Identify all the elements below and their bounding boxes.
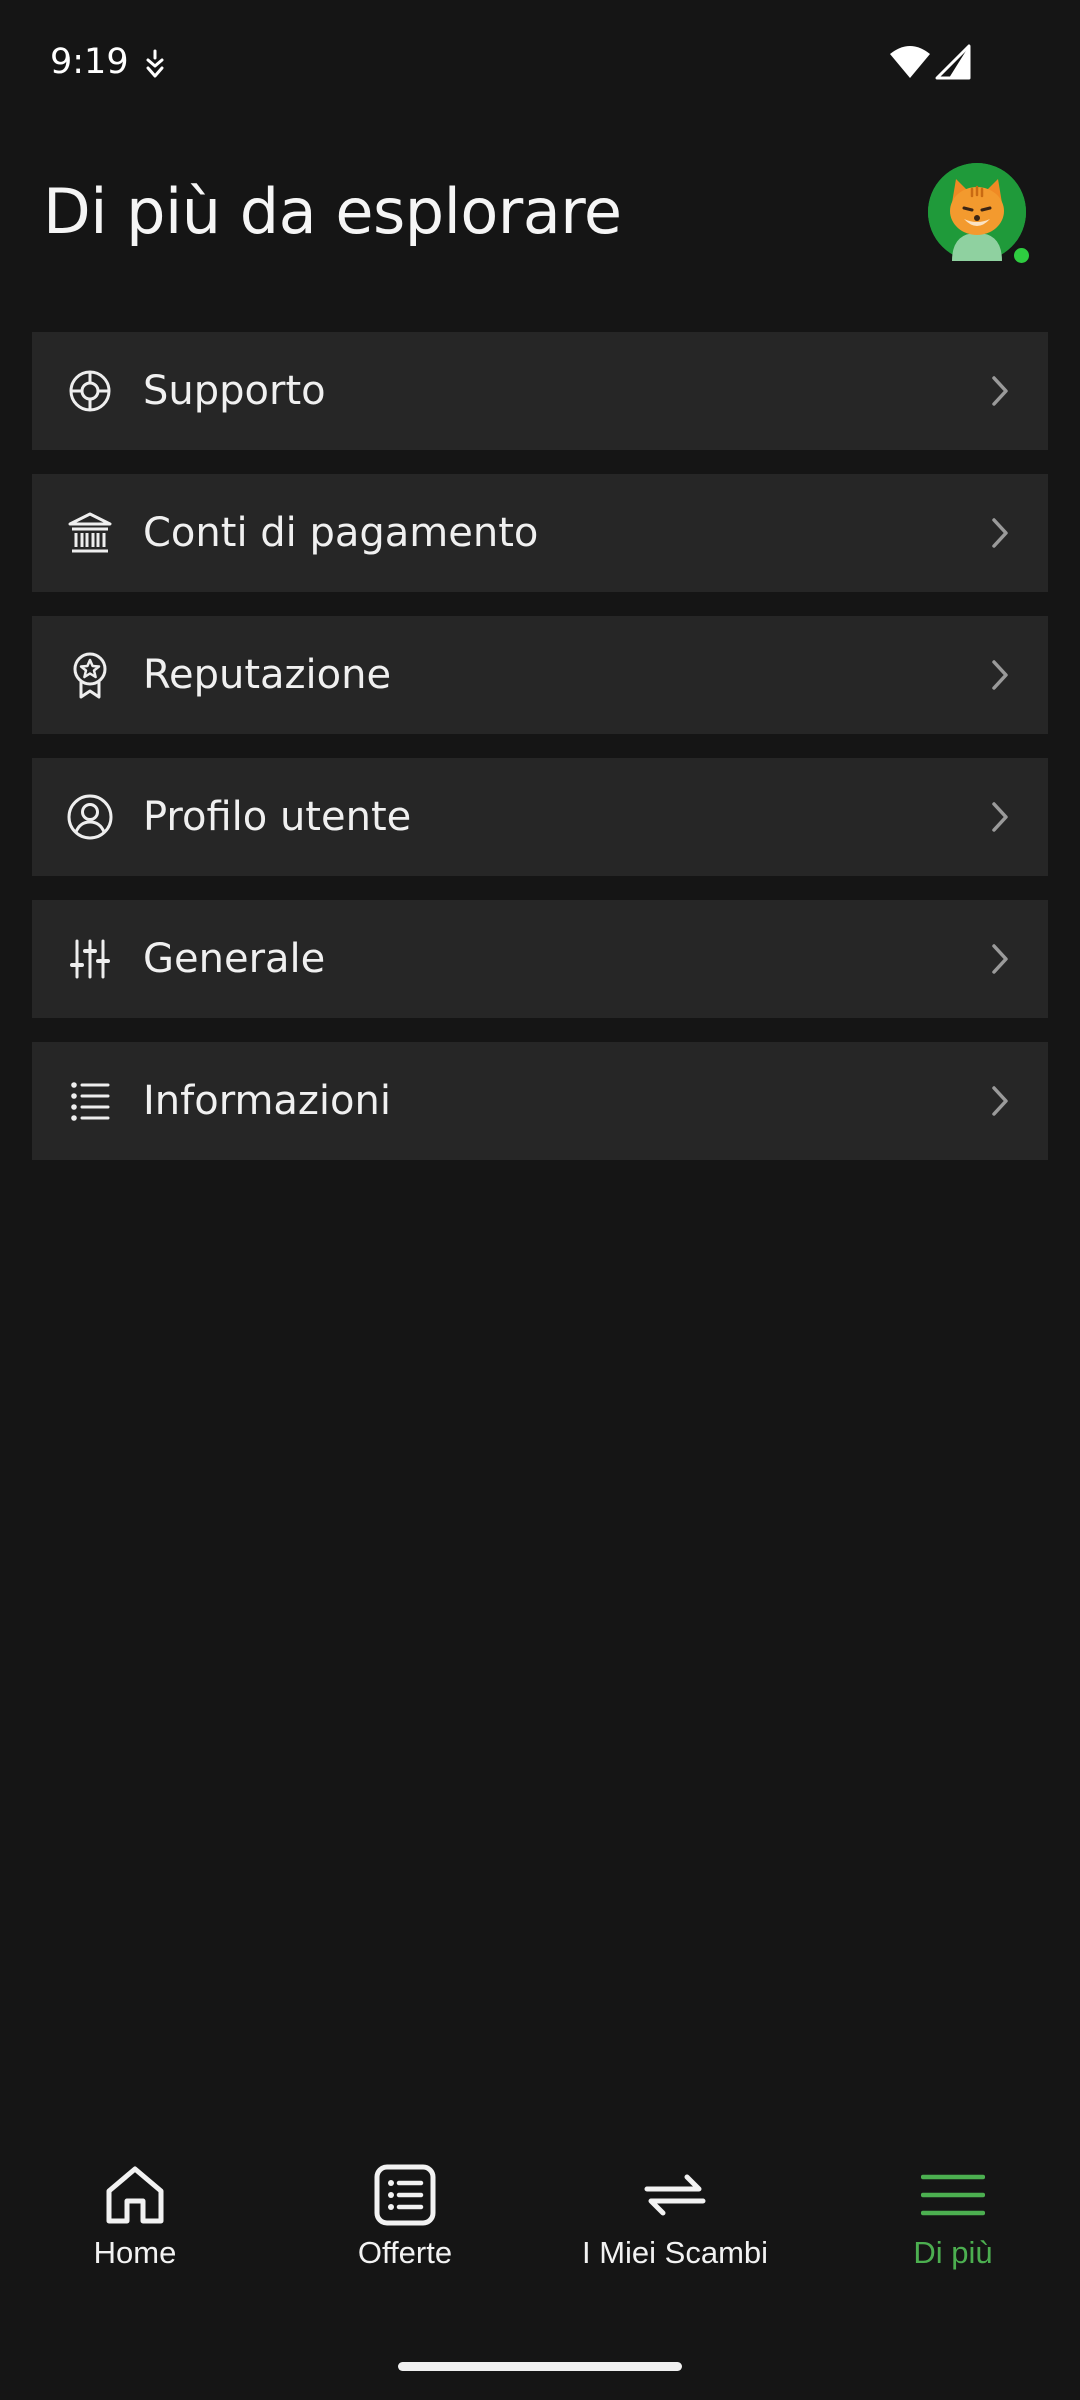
chevron-right-icon <box>992 518 1008 548</box>
page-title: Di più da esplorare <box>43 175 622 248</box>
bottom-nav: Home Offerte I Miei Scambi Di più <box>0 2135 1080 2315</box>
nav-item-di-piu[interactable]: Di più <box>818 2135 1080 2295</box>
menu-item-label: Generale <box>143 936 326 982</box>
menu-item-profilo-utente[interactable]: Profilo utente <box>32 758 1048 876</box>
list-icon <box>71 1082 110 1121</box>
menu-item-label: Reputazione <box>143 652 392 698</box>
menu-item-label: Conti di pagamento <box>143 510 539 556</box>
menu-item-generale[interactable]: Generale <box>32 900 1048 1018</box>
nav-item-home[interactable]: Home <box>0 2135 270 2295</box>
nav-label: I Miei Scambi <box>581 2235 769 2270</box>
status-time: 9:19 <box>50 42 129 82</box>
offers-list-icon <box>374 2164 436 2226</box>
chevron-right-icon <box>992 376 1008 406</box>
user-circle-icon <box>67 794 113 840</box>
chevron-right-icon <box>992 802 1008 832</box>
signal-icon <box>935 44 971 80</box>
bank-icon <box>68 512 112 553</box>
online-status-dot <box>1012 246 1031 265</box>
menu-item-label: Profilo utente <box>143 794 412 840</box>
home-indicator <box>398 2362 682 2371</box>
nav-label: Offerte <box>357 2235 453 2270</box>
lifebuoy-icon <box>69 370 111 412</box>
menu-item-supporto[interactable]: Supporto <box>32 332 1048 450</box>
chevron-right-icon <box>992 660 1008 690</box>
nav-label: Di più <box>913 2235 993 2270</box>
menu-list: Supporto Conti di pagamento Reputazione <box>32 332 1048 1184</box>
menu-icon <box>921 2174 985 2216</box>
nav-item-i-miei-scambi[interactable]: I Miei Scambi <box>540 2135 810 2295</box>
menu-item-reputazione[interactable]: Reputazione <box>32 616 1048 734</box>
chevron-right-icon <box>992 1086 1008 1116</box>
cat-avatar-icon <box>928 163 1026 261</box>
swap-arrows-icon <box>644 2174 706 2216</box>
nav-item-offerte[interactable]: Offerte <box>270 2135 540 2295</box>
menu-item-conti-di-pagamento[interactable]: Conti di pagamento <box>32 474 1048 592</box>
menu-item-informazioni[interactable]: Informazioni <box>32 1042 1048 1160</box>
menu-item-label: Supporto <box>143 368 326 414</box>
notification-icon <box>146 49 164 78</box>
status-bar: 9:19 <box>0 0 1080 130</box>
badge-star-icon <box>73 652 107 699</box>
sliders-icon <box>70 939 110 979</box>
chevron-right-icon <box>992 944 1008 974</box>
menu-item-label: Informazioni <box>143 1078 391 1124</box>
wifi-icon <box>890 46 930 78</box>
home-icon <box>106 2166 164 2224</box>
nav-label: Home <box>93 2235 177 2270</box>
avatar[interactable] <box>928 163 1026 261</box>
